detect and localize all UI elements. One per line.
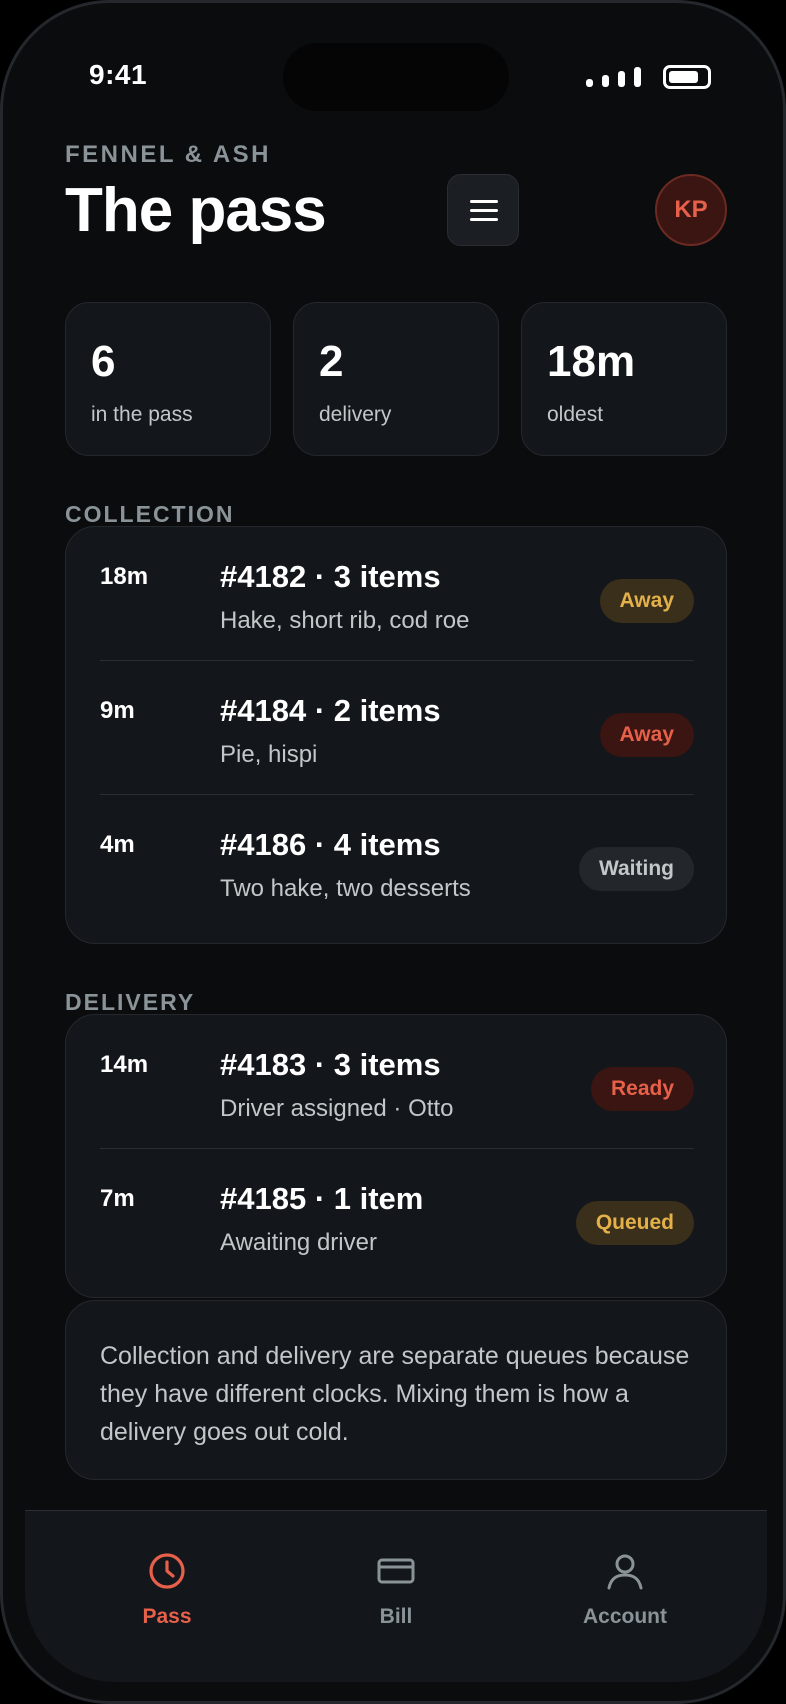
status-bar: 9:41: [3, 3, 783, 153]
tab-bar: Pass Bill Account: [25, 1510, 767, 1682]
order-row[interactable]: 14m #4183 · 3 items Driver assigned · Ot…: [100, 1015, 694, 1149]
tab-label: Bill: [379, 1605, 413, 1628]
status-badge: Away: [599, 579, 694, 623]
dynamic-island: [283, 43, 509, 111]
clock-icon: [149, 1553, 185, 1589]
order-title: #4184 · 2 items: [220, 693, 441, 728]
order-row[interactable]: 7m #4185 · 1 item Awaiting driver Queued: [100, 1149, 694, 1283]
stat-label: delivery: [319, 403, 392, 426]
status-badge: Queued: [575, 1201, 694, 1245]
order-row[interactable]: 18m #4182 · 3 items Hake, short rib, cod…: [100, 527, 694, 661]
page-title: The pass: [65, 176, 327, 245]
stat-oldest: 18m oldest: [521, 302, 727, 456]
avatar[interactable]: KP: [655, 174, 727, 246]
signal-icon: [586, 67, 642, 87]
section-label-collection: COLLECTION: [65, 501, 235, 527]
brand-name: FENNEL & ASH: [65, 141, 272, 168]
status-time: 9:41: [89, 59, 148, 90]
order-title: #4182 · 3 items: [220, 559, 441, 594]
collection-card: 18m #4182 · 3 items Hake, short rib, cod…: [65, 526, 727, 944]
status-badge: Away: [599, 713, 694, 757]
stat-label: in the pass: [91, 403, 193, 426]
info-note: Collection and delivery are separate que…: [65, 1300, 727, 1480]
order-row[interactable]: 9m #4184 · 2 items Pie, hispi Away: [100, 661, 694, 795]
section-label-delivery: DELIVERY: [65, 989, 196, 1015]
order-detail: Driver assigned · Otto: [220, 1095, 454, 1122]
person-icon: [607, 1554, 643, 1590]
order-age: 14m: [100, 1051, 149, 1078]
battery-icon: [663, 65, 711, 89]
stat-delivery: 2 delivery: [293, 302, 499, 456]
order-detail: Pie, hispi: [220, 741, 318, 768]
stat-value: 2: [319, 337, 344, 386]
order-age: 9m: [100, 697, 135, 724]
tab-label: Pass: [142, 1605, 192, 1628]
order-age: 4m: [100, 831, 135, 858]
order-title: #4185 · 1 item: [220, 1181, 424, 1216]
tab-bill[interactable]: Bill: [306, 1541, 486, 1641]
stat-label: oldest: [547, 403, 604, 426]
delivery-card: 14m #4183 · 3 items Driver assigned · Ot…: [65, 1014, 727, 1298]
menu-button[interactable]: [447, 174, 519, 246]
stat-value: 6: [91, 337, 116, 386]
stat-in-pass: 6 in the pass: [65, 302, 271, 456]
battery-level: [669, 71, 698, 83]
order-age: 7m: [100, 1185, 135, 1212]
stat-value: 18m: [547, 337, 636, 386]
tab-pass[interactable]: Pass: [77, 1541, 257, 1641]
phone-frame: 9:41 FENNEL & ASH The pass KP 6 in the p…: [0, 0, 786, 1704]
card-icon: [377, 1558, 415, 1584]
order-detail: Awaiting driver: [220, 1229, 377, 1256]
order-detail: Hake, short rib, cod roe: [220, 607, 470, 634]
status-badge: Ready: [590, 1067, 694, 1111]
order-row[interactable]: 4m #4186 · 4 items Two hake, two dessert…: [100, 795, 694, 929]
tab-account[interactable]: Account: [535, 1541, 715, 1641]
status-badge: Waiting: [578, 847, 694, 891]
order-title: #4183 · 3 items: [220, 1047, 441, 1082]
tab-label: Account: [583, 1605, 667, 1628]
order-title: #4186 · 4 items: [220, 827, 441, 862]
order-age: 18m: [100, 563, 149, 590]
order-detail: Two hake, two desserts: [220, 875, 471, 902]
